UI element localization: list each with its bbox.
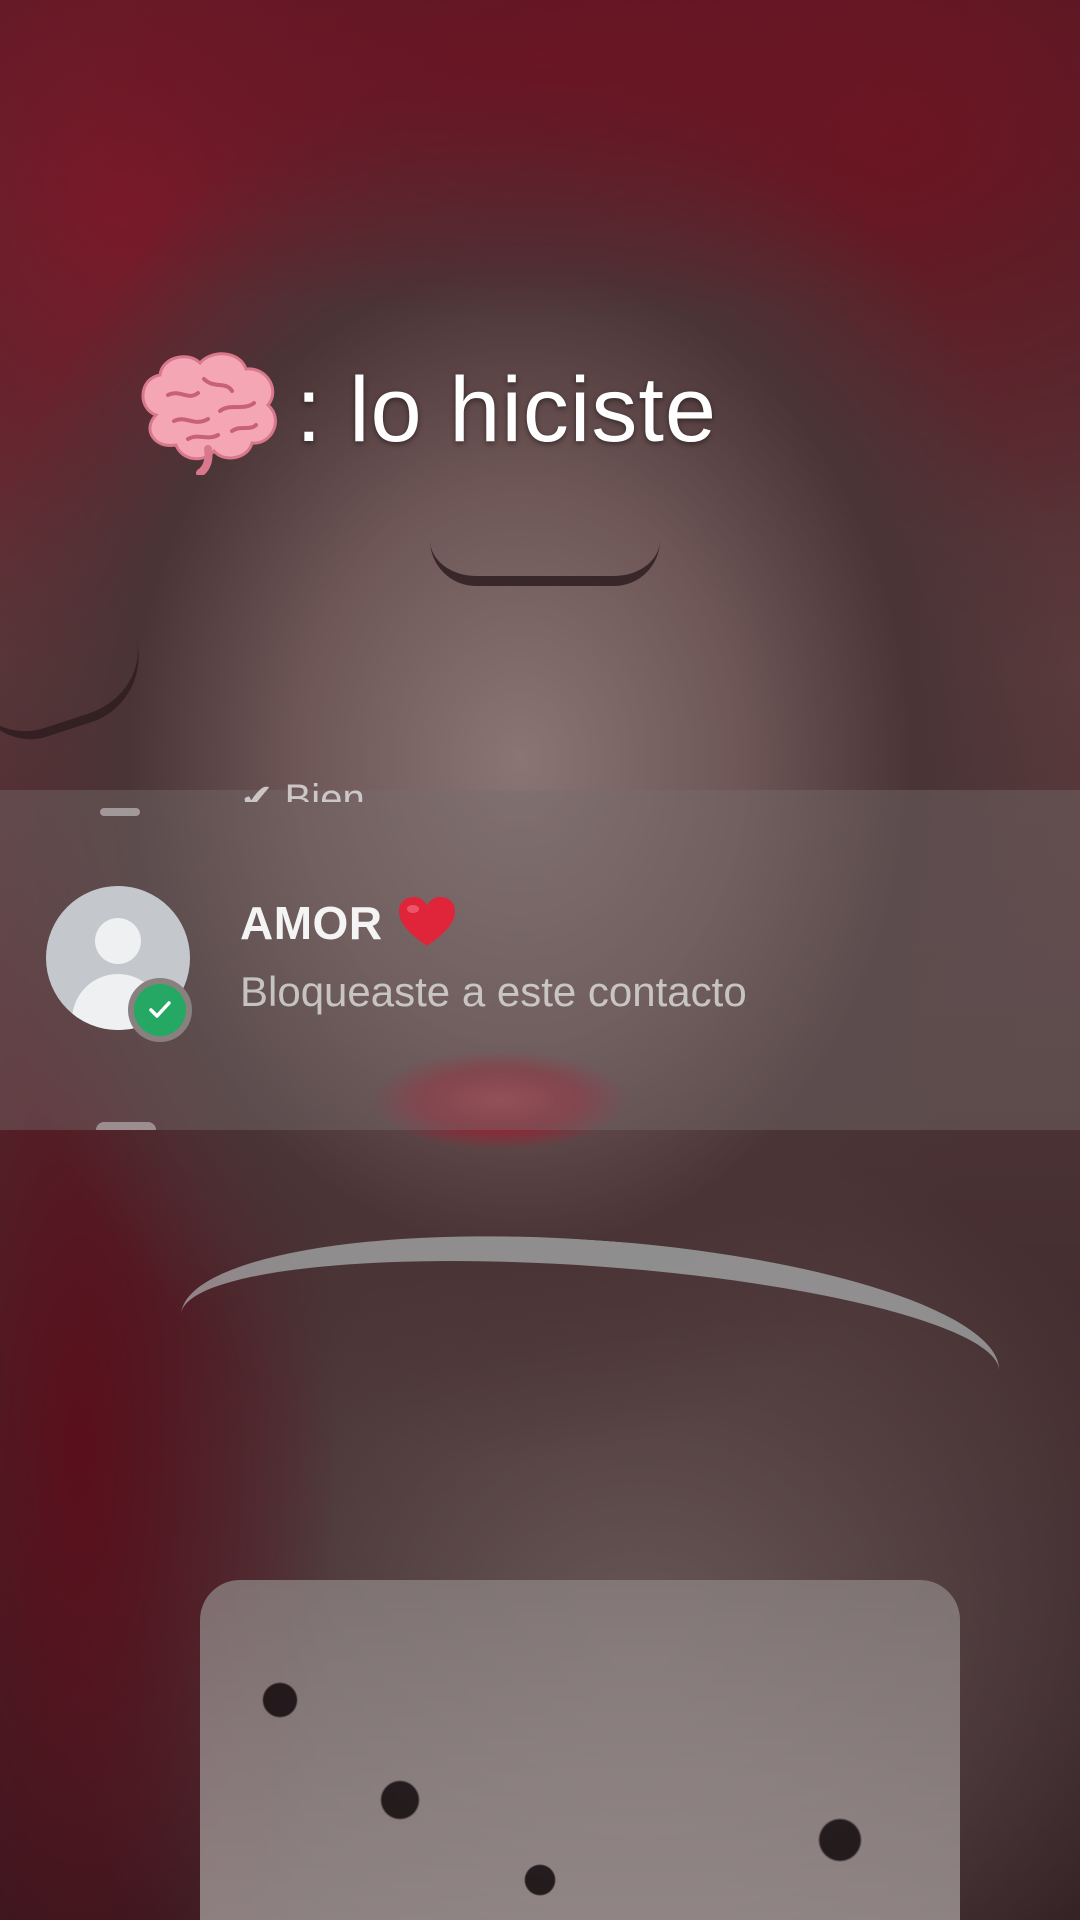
chat-list-item-amor[interactable]: AMOR Bloqueaste a este contacto [0, 880, 1080, 1042]
contact-name: AMOR [240, 897, 383, 949]
background-eye-right [430, 540, 660, 586]
next-avatar-edge [96, 1122, 156, 1130]
heart-icon [397, 896, 457, 950]
screen: : lo hiciste ✔ Bien AMOR Bloqueaste a es… [0, 0, 1080, 1920]
caption-text: : lo hiciste [296, 358, 718, 461]
previous-avatar-edge [100, 808, 140, 816]
contact-name-line: AMOR [240, 888, 457, 958]
previous-row-message: ✔ Bien [240, 777, 365, 802]
avatar-head-shape [95, 918, 141, 964]
check-badge-icon [128, 978, 192, 1042]
overlay-caption: : lo hiciste [128, 340, 717, 480]
brain-icon [128, 345, 288, 477]
contact-status-text: Bloqueaste a este contacto [240, 968, 747, 1015]
chat-list-panel: ✔ Bien AMOR Bloqueaste a este contacto [0, 777, 1080, 1130]
background-clothing [200, 1580, 960, 1920]
